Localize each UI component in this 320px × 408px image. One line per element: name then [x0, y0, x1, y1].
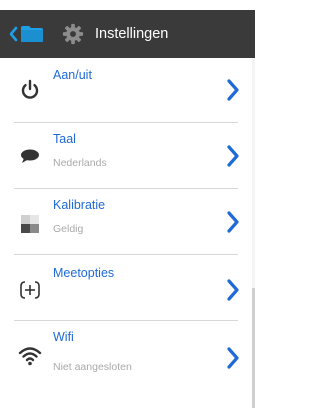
divider: [14, 254, 238, 255]
power-icon: [21, 79, 39, 99]
settings-list: Aan/uit Taal Nederlands Kalibratie Geldi…: [0, 58, 255, 377]
divider: [14, 188, 238, 189]
chevron-right-icon: [227, 347, 239, 369]
speech-bubble-icon: [21, 149, 39, 163]
scrollbar[interactable]: [252, 58, 255, 408]
chevron-right-icon: [227, 79, 239, 101]
measure-options-icon: [20, 281, 40, 299]
page-title: Instellingen: [95, 26, 169, 42]
status-bar: [0, 0, 255, 10]
app-bar: Instellingen: [0, 10, 255, 58]
list-item-wifi[interactable]: Wifi Niet aangesloten: [0, 322, 255, 377]
list-item-language[interactable]: Taal Nederlands: [0, 124, 255, 188]
item-sublabel: Nederlands: [53, 157, 107, 169]
chevron-right-icon: [227, 211, 239, 233]
divider: [14, 320, 238, 321]
calibration-icon: [21, 215, 39, 233]
scroll-thumb[interactable]: [252, 288, 255, 408]
item-label: Wifi: [53, 330, 74, 344]
divider: [14, 122, 238, 123]
list-item-calibration[interactable]: Kalibratie Geldig: [0, 190, 255, 254]
item-label: Taal: [53, 132, 76, 146]
wifi-icon: [18, 347, 42, 366]
chevron-right-icon: [227, 145, 239, 167]
item-label: Meetopties: [53, 266, 115, 280]
list-item-measure-options[interactable]: Meetopties: [0, 256, 255, 320]
back-chevron-icon: [9, 26, 18, 42]
back-button[interactable]: [0, 10, 48, 58]
list-item-power[interactable]: Aan/uit: [0, 58, 255, 122]
item-sublabel: Niet aangesloten: [53, 361, 132, 373]
item-label: Aan/uit: [53, 68, 92, 82]
item-label: Kalibratie: [53, 198, 106, 212]
item-sublabel: Geldig: [53, 223, 84, 235]
folder-icon: [21, 26, 43, 42]
chevron-right-icon: [227, 279, 239, 301]
gear-icon: [62, 23, 84, 45]
